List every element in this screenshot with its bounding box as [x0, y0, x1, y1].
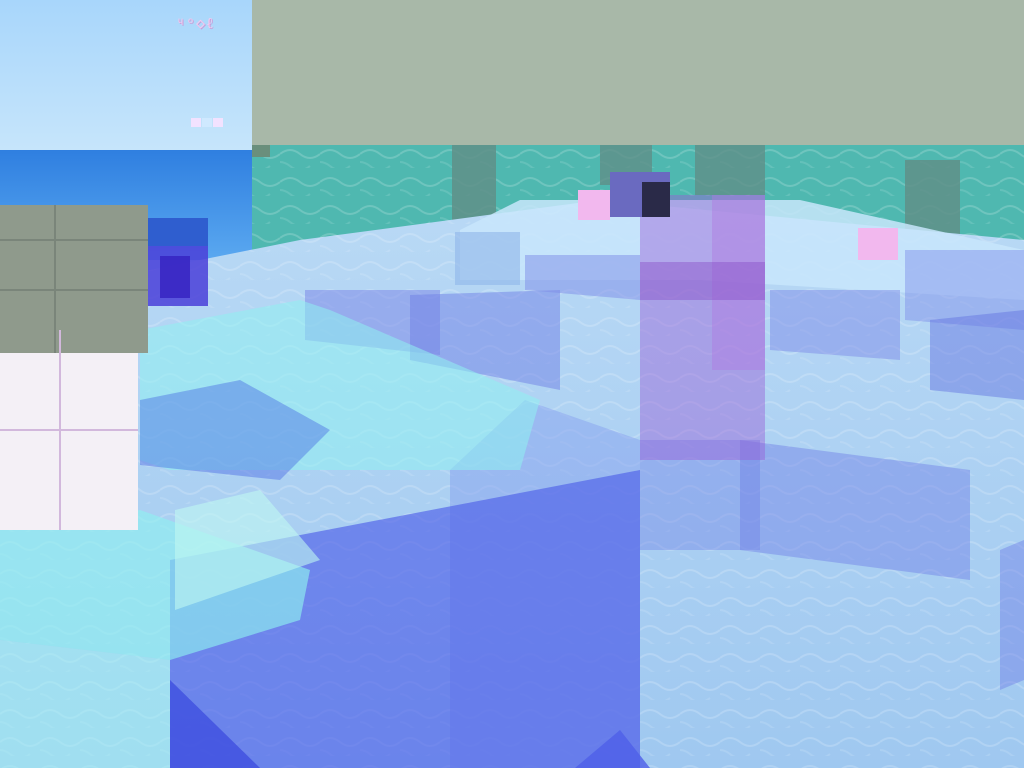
cyan-glass	[0, 640, 170, 768]
game-viewport[interactable]	[0, 0, 1024, 768]
distant-pillar	[695, 145, 765, 195]
blue-cube-top	[147, 218, 208, 246]
fog-wall	[252, 0, 1024, 150]
purple-glass-top	[640, 262, 765, 300]
dark-block-face	[642, 182, 670, 217]
blue-cube-face	[160, 256, 190, 298]
glass-block	[1000, 540, 1024, 690]
glass-block	[930, 310, 1024, 400]
small-block	[252, 145, 270, 157]
pink-block	[578, 190, 610, 220]
glass-block	[770, 290, 900, 360]
glass-block	[455, 232, 520, 285]
pink-block	[858, 228, 898, 260]
stone-top	[0, 205, 148, 353]
